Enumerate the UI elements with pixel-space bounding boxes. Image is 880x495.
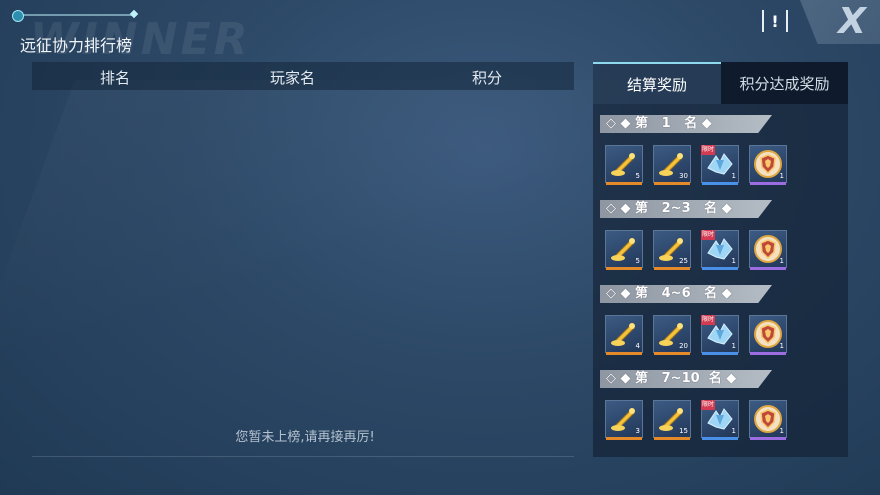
reward-item-crystal-wings[interactable]: 限时 1 bbox=[701, 230, 739, 270]
reward-item-count: 1 bbox=[731, 257, 736, 265]
reward-item-count: 1 bbox=[779, 257, 784, 265]
reward-item-crystal-wings[interactable]: 限时 1 bbox=[701, 145, 739, 185]
column-player-name: 玩家名 bbox=[270, 69, 316, 87]
reward-tier-banner: ◇ ◆ 第 7~10 名 ◆ bbox=[600, 370, 772, 388]
rarity-bar bbox=[654, 437, 690, 440]
reward-tier-label: ◇ ◆ 第 7~10 名 ◆ bbox=[606, 371, 737, 386]
reward-item-trumpet[interactable]: 3 bbox=[605, 400, 643, 440]
rarity-bar bbox=[702, 437, 738, 440]
page-title: 远征协力排行榜 bbox=[20, 36, 133, 55]
rarity-bar bbox=[606, 182, 642, 185]
reward-item-count: 1 bbox=[731, 172, 736, 180]
progress-start-dot bbox=[12, 10, 24, 22]
reward-item-count: 5 bbox=[635, 172, 640, 180]
reward-item-trumpet[interactable]: 30 bbox=[653, 145, 691, 185]
reward-item-count: 1 bbox=[779, 342, 784, 350]
rarity-bar bbox=[654, 267, 690, 270]
page-progress-indicator bbox=[12, 9, 139, 22]
column-score: 积分 bbox=[472, 69, 503, 87]
reward-item-trumpet[interactable]: 15 bbox=[653, 400, 691, 440]
rarity-bar bbox=[702, 267, 738, 270]
background-decoration bbox=[0, 80, 635, 380]
reward-item-crystal-wings[interactable]: 限时 1 bbox=[701, 315, 739, 355]
rarity-bar bbox=[750, 437, 786, 440]
ranking-table-header: 排名 玩家名 积分 bbox=[32, 62, 574, 90]
reward-item-trumpet[interactable]: 25 bbox=[653, 230, 691, 270]
reward-item-shield-emblem[interactable]: 1 bbox=[749, 315, 787, 355]
reward-item-count: 4 bbox=[635, 342, 640, 350]
reward-item-trumpet[interactable]: 20 bbox=[653, 315, 691, 355]
reward-item-count: 1 bbox=[731, 342, 736, 350]
limited-time-tag: 限时 bbox=[701, 230, 715, 240]
reward-item-count: 5 bbox=[635, 257, 640, 265]
rarity-bar bbox=[702, 352, 738, 355]
reward-tier-banner: ◇ ◆ 第 2~3 名 ◆ bbox=[600, 200, 772, 218]
limited-time-tag: 限时 bbox=[701, 400, 715, 410]
reward-item-crystal-wings[interactable]: 限时 1 bbox=[701, 400, 739, 440]
reward-item-count: 1 bbox=[731, 427, 736, 435]
reward-tier-banner: ◇ ◆ 第 1 名 ◆ bbox=[600, 115, 772, 133]
reward-item-trumpet[interactable]: 5 bbox=[605, 230, 643, 270]
rarity-bar bbox=[750, 352, 786, 355]
reward-item-count: 25 bbox=[679, 257, 688, 265]
limited-time-tag: 限时 bbox=[701, 145, 715, 155]
reward-item-shield-emblem[interactable]: 1 bbox=[749, 400, 787, 440]
rarity-bar bbox=[654, 352, 690, 355]
rarity-bar bbox=[702, 182, 738, 185]
reward-item-count: 15 bbox=[679, 427, 688, 435]
reward-tier-label: ◇ ◆ 第 2~3 名 ◆ bbox=[606, 201, 732, 216]
reward-item-count: 3 bbox=[635, 427, 640, 435]
rarity-bar bbox=[750, 267, 786, 270]
info-button[interactable]: ! bbox=[762, 10, 788, 32]
rarity-bar bbox=[606, 267, 642, 270]
tab-settlement-rewards[interactable]: 结算奖励 bbox=[593, 62, 721, 104]
rarity-bar bbox=[750, 182, 786, 185]
reward-item-count: 1 bbox=[779, 427, 784, 435]
reward-item-count: 20 bbox=[679, 342, 688, 350]
column-rank: 排名 bbox=[100, 69, 131, 87]
close-button[interactable]: X bbox=[828, 4, 876, 40]
reward-item-trumpet[interactable]: 4 bbox=[605, 315, 643, 355]
reward-tier-label: ◇ ◆ 第 4~6 名 ◆ bbox=[606, 286, 732, 301]
reward-item-count: 30 bbox=[679, 172, 688, 180]
reward-tier-label: ◇ ◆ 第 1 名 ◆ bbox=[606, 116, 712, 131]
reward-item-shield-emblem[interactable]: 1 bbox=[749, 145, 787, 185]
limited-time-tag: 限时 bbox=[701, 315, 715, 325]
table-bottom-divider bbox=[32, 456, 574, 457]
rarity-bar bbox=[606, 437, 642, 440]
reward-item-count: 1 bbox=[779, 172, 784, 180]
reward-tier-banner: ◇ ◆ 第 4~6 名 ◆ bbox=[600, 285, 772, 303]
rarity-bar bbox=[654, 182, 690, 185]
reward-item-shield-emblem[interactable]: 1 bbox=[749, 230, 787, 270]
empty-ranking-message: 您暂未上榜,请再接再厉! bbox=[235, 430, 375, 445]
tab-score-achievement-rewards[interactable]: 积分达成奖励 bbox=[721, 62, 848, 104]
rarity-bar bbox=[606, 352, 642, 355]
reward-item-trumpet[interactable]: 5 bbox=[605, 145, 643, 185]
